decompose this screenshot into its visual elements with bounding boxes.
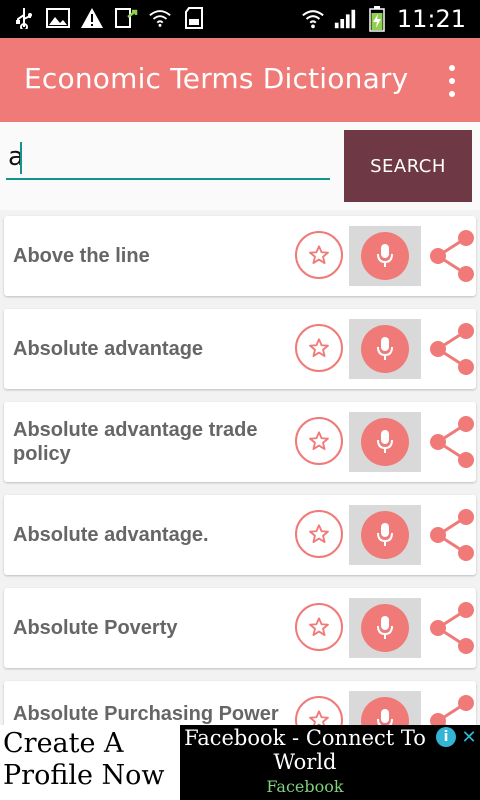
star-icon[interactable]	[295, 603, 343, 651]
speak-button[interactable]	[349, 226, 421, 286]
share-icon[interactable]	[428, 323, 476, 375]
ad-left-text[interactable]: Create A Profile Now	[0, 725, 180, 800]
status-bar: 11:21	[0, 0, 480, 38]
download-icon	[114, 6, 138, 30]
star-icon[interactable]	[295, 417, 343, 465]
usb-icon	[12, 6, 36, 30]
term-label: Absolute advantage	[13, 338, 204, 360]
clock-time: 11:21	[396, 5, 466, 33]
term-label: Absolute Poverty	[13, 617, 178, 639]
share-icon[interactable]	[428, 230, 476, 282]
share-icon[interactable]	[428, 416, 476, 468]
share-icon[interactable]	[428, 509, 476, 561]
term-label: Above the line	[13, 245, 150, 267]
microphone-icon	[361, 232, 409, 280]
warning-icon	[80, 6, 104, 30]
term-label: Absolute Purchasing Power	[13, 703, 279, 725]
list-item[interactable]: Absolute advantage trade policy	[4, 402, 476, 482]
list-item[interactable]: Above the line	[4, 216, 476, 296]
sdcard-icon	[182, 6, 206, 30]
share-icon[interactable]	[428, 695, 476, 725]
speak-button[interactable]	[349, 412, 421, 472]
star-icon[interactable]	[295, 231, 343, 279]
more-vert-icon[interactable]	[442, 65, 462, 97]
app-title: Economic Terms Dictionary	[24, 62, 409, 95]
term-label: Absolute advantage trade policy	[13, 419, 258, 465]
microphone-icon	[361, 604, 409, 652]
share-icon[interactable]	[428, 602, 476, 654]
term-label: Absolute advantage.	[13, 524, 209, 546]
text-cursor	[20, 142, 22, 174]
ad-subtitle[interactable]: Facebook	[180, 777, 430, 796]
list-item[interactable]: Absolute Poverty	[4, 588, 476, 668]
list-item[interactable]: Absolute Purchasing Power	[4, 681, 476, 725]
speak-button[interactable]	[349, 505, 421, 565]
search-bar: SEARCH	[0, 122, 480, 210]
microphone-icon	[361, 697, 409, 725]
search-input[interactable]	[6, 136, 330, 180]
speak-button[interactable]	[349, 598, 421, 658]
star-icon[interactable]	[295, 510, 343, 558]
ad-banner[interactable]: Create A Profile Now Facebook - Connect …	[0, 725, 480, 800]
microphone-icon	[361, 511, 409, 559]
star-icon[interactable]	[295, 324, 343, 372]
search-button[interactable]: SEARCH	[344, 130, 472, 202]
list-item[interactable]: Absolute advantage.	[4, 495, 476, 575]
app-bar: Economic Terms Dictionary	[0, 38, 480, 122]
microphone-icon	[361, 325, 409, 373]
battery-charging-icon	[365, 6, 389, 32]
close-icon[interactable]: ✕	[460, 727, 478, 748]
info-icon[interactable]: i	[436, 727, 456, 747]
speak-button[interactable]	[349, 691, 421, 725]
image-icon	[46, 6, 70, 30]
ad-title[interactable]: Facebook - Connect To World	[180, 726, 430, 774]
star-icon[interactable]	[295, 696, 343, 725]
cell-signal-icon	[333, 7, 357, 31]
microphone-icon	[361, 418, 409, 466]
wifi-icon	[148, 6, 172, 30]
terms-list[interactable]: Above the line Absolute advantage Absolu…	[0, 210, 480, 725]
speak-button[interactable]	[349, 319, 421, 379]
list-item[interactable]: Absolute advantage	[4, 309, 476, 389]
wifi-signal-icon	[301, 7, 325, 31]
